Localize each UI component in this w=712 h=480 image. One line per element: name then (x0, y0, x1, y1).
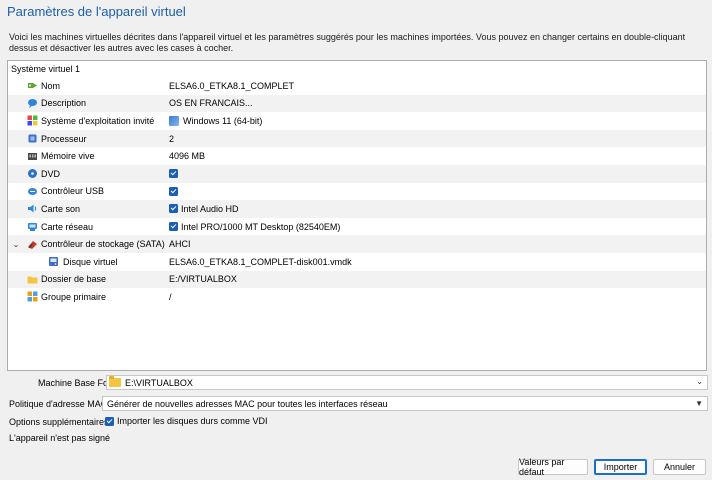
options-label: Options supplémentaires : (9, 417, 114, 427)
row-storage-controller[interactable]: ⌄ Contrôleur de stockage (SATA) AHCI (8, 235, 706, 253)
row-usb[interactable]: Contrôleur USB (8, 183, 706, 201)
row-value[interactable]: AHCI (169, 239, 191, 249)
row-label: Système d'exploitation invité (41, 115, 155, 126)
import-button[interactable]: Importer (594, 459, 647, 475)
unsigned-notice: L'appareil n'est pas signé (9, 433, 111, 443)
hard-disk-icon (48, 256, 59, 267)
dvd-checkbox[interactable] (169, 169, 178, 179)
folder-icon (27, 274, 38, 285)
speaker-icon (27, 203, 38, 214)
row-value[interactable]: ELSA6.0_ETKA8.1_COMPLET (169, 81, 294, 91)
row-value[interactable]: Intel PRO/1000 MT Desktop (82540EM) (169, 222, 340, 232)
cancel-button[interactable]: Annuler (653, 459, 706, 475)
row-value[interactable]: Windows 11 (64-bit) (169, 115, 262, 126)
chevron-down-icon: ⌄ (696, 377, 703, 386)
usb-checkbox[interactable] (169, 186, 178, 196)
import-vdi-label: Importer les disques durs comme VDI (117, 416, 268, 426)
row-nom[interactable]: Nom ELSA6.0_ETKA8.1_COMPLET (8, 77, 706, 95)
row-label: Disque virtuel (63, 256, 118, 267)
row-label: Dossier de base (41, 274, 107, 285)
row-network[interactable]: Carte réseau Intel PRO/1000 MT Desktop (… (8, 218, 706, 236)
window-title: Paramètres de l'appareil virtuel (7, 4, 186, 19)
dvd-icon (27, 168, 38, 179)
row-dvd[interactable]: DVD (8, 164, 706, 183)
storage-controller-icon (27, 239, 38, 250)
row-label: DVD (41, 168, 61, 179)
row-value[interactable]: 4096 MB (169, 151, 205, 161)
row-memory[interactable]: Mémoire vive 4096 MB (8, 147, 706, 165)
name-tag-icon (27, 80, 38, 91)
row-virtual-disk[interactable]: Disque virtuel ELSA6.0_ETKA8.1_COMPLET-d… (8, 253, 706, 271)
import-vdi-option[interactable]: Importer les disques durs comme VDI (105, 416, 268, 426)
cpu-icon (27, 133, 38, 144)
row-value[interactable]: ELSA6.0_ETKA8.1_COMPLET-disk001.vmdk (169, 257, 352, 267)
row-label: Carte réseau (41, 221, 94, 232)
folder-icon (109, 376, 121, 387)
row-value[interactable]: / (169, 292, 172, 302)
row-value[interactable]: OS EN FRANCAIS... (169, 98, 253, 108)
restore-defaults-button[interactable]: Valeurs par défaut (518, 457, 588, 477)
row-value[interactable]: E:/VIRTUALBOX (169, 274, 237, 284)
row-label: Processeur (41, 133, 87, 144)
row-primary-group[interactable]: Groupe primaire / (8, 288, 706, 306)
row-label: Carte son (41, 203, 81, 214)
row-label: Mémoire vive (41, 151, 95, 162)
import-vdi-checkbox[interactable] (105, 416, 114, 426)
row-label: Contrôleur de stockage (SATA) (41, 239, 165, 250)
row-label: Description (41, 98, 87, 109)
mac-policy-select[interactable]: Générer de nouvelles adresses MAC pour t… (102, 396, 708, 411)
os-windows-icon (27, 115, 38, 126)
machine-base-folder-select[interactable]: E:\VIRTUALBOX ⌄ (106, 375, 708, 390)
ram-icon (27, 151, 38, 162)
window-description: Voici les machines virtuelles décrites d… (9, 32, 686, 53)
network-icon (27, 221, 38, 232)
row-value[interactable] (169, 169, 181, 179)
appliance-settings-panel[interactable]: Système virtuel 1 Nom ELSA6.0_ETKA8.1_CO… (7, 60, 707, 371)
row-guest-os[interactable]: Système d'exploitation invité Windows 11… (8, 112, 706, 130)
row-label: Groupe primaire (41, 291, 107, 302)
usb-icon (27, 186, 38, 197)
row-value[interactable] (169, 186, 181, 196)
row-sound[interactable]: Carte son Intel Audio HD (8, 200, 706, 218)
row-label: Contrôleur USB (41, 186, 105, 197)
mac-policy-label: Politique d'adresse MAC : (9, 399, 113, 409)
settings-list: Nom ELSA6.0_ETKA8.1_COMPLET Description … (8, 77, 706, 306)
row-description[interactable]: Description OS EN FRANCAIS... (8, 94, 706, 113)
group-icon (27, 291, 38, 302)
chevron-down-icon[interactable]: ⌄ (12, 240, 20, 249)
speech-bubble-icon (27, 98, 38, 109)
sound-checkbox[interactable] (169, 204, 178, 214)
network-checkbox[interactable] (169, 222, 178, 232)
row-label: Nom (41, 80, 61, 91)
row-processor[interactable]: Processeur 2 (8, 129, 706, 148)
dropdown-arrow-icon: ▼ (695, 399, 703, 408)
virtual-system-label: Système virtuel 1 (11, 64, 81, 74)
row-base-folder[interactable]: Dossier de base E:/VIRTUALBOX (8, 270, 706, 289)
windows-logo-icon (169, 115, 179, 126)
row-value[interactable]: 2 (169, 134, 174, 144)
row-value[interactable]: Intel Audio HD (169, 204, 239, 214)
